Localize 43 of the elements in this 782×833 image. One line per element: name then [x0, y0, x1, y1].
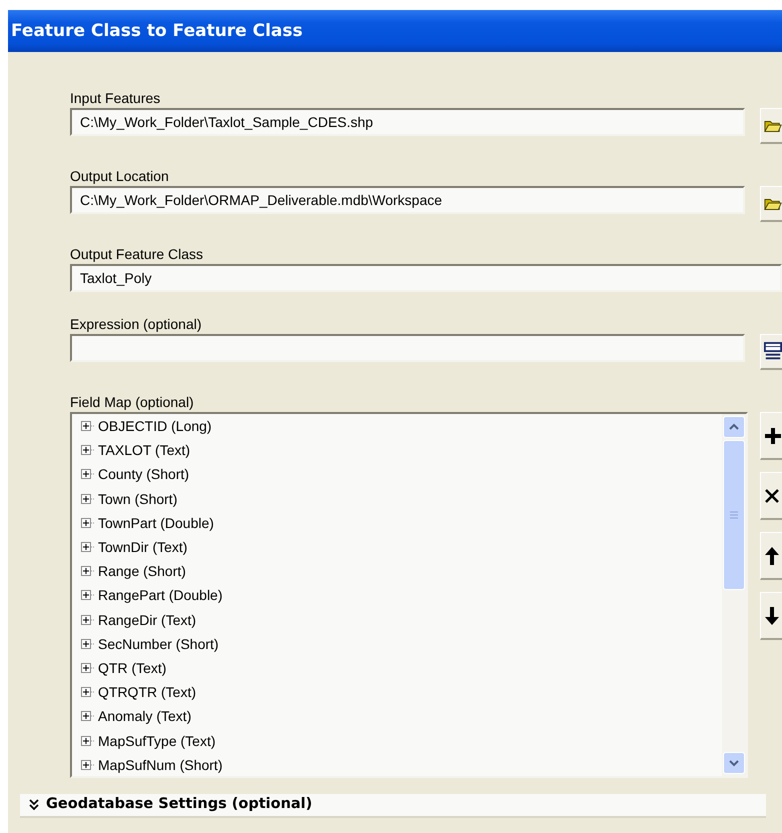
scroll-thumb[interactable] [723, 440, 745, 590]
tree-item[interactable]: SecNumber (Short) [80, 632, 219, 656]
tree-item[interactable]: OBJECTID (Long) [80, 414, 212, 438]
browse-button[interactable] [760, 108, 782, 144]
sql-button[interactable] [760, 334, 782, 370]
field-label: Input Features [70, 89, 162, 108]
field-label: Output Feature Class [70, 245, 204, 264]
tree-item[interactable]: MapSufNum (Short) [80, 752, 222, 777]
field-label: Expression (optional) [70, 315, 203, 334]
tree-item[interactable]: QTR (Text) [80, 656, 166, 680]
tree-item[interactable]: TAXLOT (Text) [80, 438, 190, 462]
field-label: Field Map (optional) [70, 393, 195, 412]
tree-item[interactable]: TownDir (Text) [80, 534, 188, 560]
field-label: Output Location [70, 167, 170, 186]
grip-icon [730, 511, 738, 519]
remove-button[interactable] [760, 472, 782, 520]
scroll-up-button[interactable] [723, 416, 745, 438]
tree-item[interactable]: County (Short) [80, 462, 190, 487]
arrow-down-icon [764, 606, 780, 626]
text-field[interactable]: Taxlot_Poly [70, 264, 782, 292]
text-field[interactable]: C:\My_Work_Folder\Taxlot_Sample_CDES.shp [70, 108, 745, 136]
text-field[interactable]: C:\My_Work_Folder\ORMAP_Deliverable.mdb\Workspace [70, 186, 745, 214]
tree-item[interactable]: RangePart (Double) [80, 583, 223, 608]
browse-button[interactable] [760, 186, 782, 222]
arrow-up-icon [764, 546, 780, 566]
text-field[interactable] [70, 334, 745, 362]
window-title: Feature Class to Feature Class [8, 10, 782, 52]
tree-item[interactable]: Town (Short) [80, 486, 178, 511]
tree-item[interactable]: QTRQTR (Text) [80, 680, 196, 704]
move-down-button[interactable] [760, 592, 782, 640]
move-up-button[interactable] [760, 532, 782, 580]
chevron-down-icon [728, 759, 740, 767]
section-header[interactable]: Geodatabase Settings (optional) [20, 794, 766, 818]
tree-item[interactable]: RangeDir (Text) [80, 608, 196, 632]
plus-icon [764, 426, 782, 444]
scroll-down-button[interactable] [723, 752, 745, 774]
close-icon [764, 488, 780, 504]
tree-item[interactable]: Anomaly (Text) [80, 704, 192, 728]
add-button[interactable] [760, 412, 782, 460]
tree-item[interactable]: Range (Short) [80, 559, 186, 584]
tree-item[interactable]: MapSufType (Text) [80, 728, 216, 753]
tree-item[interactable]: TownPart (Double) [80, 510, 214, 535]
chevron-up-icon [728, 423, 740, 431]
